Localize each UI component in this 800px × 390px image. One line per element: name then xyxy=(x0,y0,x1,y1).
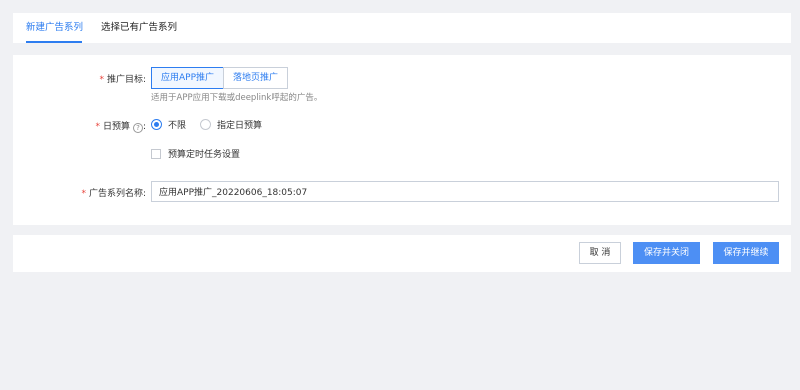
save-and-close-button[interactable]: 保存并关闭 xyxy=(633,242,700,264)
tabs-bar: 新建广告系列 选择已有广告系列 xyxy=(13,13,791,43)
budget-schedule-checkbox[interactable]: 预算定时任务设置 xyxy=(151,147,240,160)
series-name-input[interactable] xyxy=(151,181,779,202)
radio-unchecked-icon xyxy=(200,119,212,130)
promo-landing-option[interactable]: 落地页推广 xyxy=(223,67,289,89)
budget-specified-radio[interactable]: 指定日预算 xyxy=(200,118,262,131)
cancel-button[interactable]: 取 消 xyxy=(579,242,621,264)
promo-target-label: * 推广目标: xyxy=(99,75,146,85)
series-name-label: * 广告系列名称: xyxy=(81,189,146,199)
required-mark: * xyxy=(99,75,104,85)
footer-actions: 取 消 保存并关闭 保存并继续 xyxy=(13,235,791,272)
save-and-continue-button[interactable]: 保存并继续 xyxy=(713,242,779,264)
promo-target-help: 适用于APP应用下载或deeplink呼起的广告。 xyxy=(151,93,323,103)
promo-target-segmented: 应用APP推广 落地页推广 xyxy=(151,67,289,89)
tab-existing-series[interactable]: 选择已有广告系列 xyxy=(101,13,177,43)
radio-checked-icon xyxy=(151,119,162,130)
form-card: * 推广目标: 应用APP推广 落地页推广 适用于APP应用下载或deeplink… xyxy=(13,55,791,225)
help-icon[interactable]: ? xyxy=(132,123,143,133)
budget-unlimited-radio[interactable]: 不限 xyxy=(151,118,186,131)
daily-budget-label: * 日预算?: xyxy=(95,122,146,133)
tab-new-series[interactable]: 新建广告系列 xyxy=(26,13,83,43)
checkbox-icon xyxy=(151,148,161,159)
daily-budget-radio-group: 不限 指定日预算 xyxy=(151,118,276,131)
promo-app-option[interactable]: 应用APP推广 xyxy=(151,67,225,89)
